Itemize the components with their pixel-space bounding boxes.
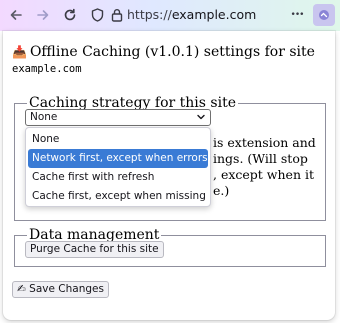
back-arrow-icon — [10, 10, 22, 20]
description-line: , except when it — [213, 167, 314, 182]
url-scheme: https:// — [127, 7, 172, 22]
site-info-button[interactable] — [86, 4, 108, 26]
select-value: None — [30, 111, 58, 123]
reload-icon — [64, 8, 76, 21]
option-cache-first-refresh[interactable]: Cache first with refresh — [26, 168, 210, 187]
site-name: example.com — [12, 63, 82, 75]
purge-cache-button[interactable]: Purge Cache for this site — [25, 241, 164, 258]
extension-popup: 📥 Offline Caching (v1.0.1) settings for s… — [3, 31, 335, 320]
chevron-down-icon — [197, 114, 205, 120]
forward-arrow-icon — [37, 10, 49, 20]
description-line: ings. (Will stop — [213, 151, 308, 166]
writing-hand-icon: ✍ — [17, 283, 26, 295]
strategy-description: is extension and ings. (Will stop , exce… — [213, 135, 333, 199]
url-domain: example.com — [171, 7, 257, 22]
caching-strategy-select[interactable]: None — [25, 109, 211, 126]
option-none[interactable]: None — [26, 130, 210, 149]
back-button[interactable] — [5, 4, 27, 26]
shield-icon — [91, 8, 103, 22]
save-changes-button[interactable]: ✍ Save Changes — [12, 281, 109, 298]
popup-title: 📥 Offline Caching (v1.0.1) settings for s… — [12, 44, 315, 60]
more-menu-icon[interactable]: ••• — [286, 4, 308, 26]
reload-button[interactable] — [59, 4, 81, 26]
option-cache-first-missing[interactable]: Cache first, except when missing — [26, 187, 210, 206]
description-line: e.) — [213, 183, 230, 198]
url-bar[interactable]: https://example.com — [127, 6, 256, 24]
strategy-dropdown: None Network first, except when errors C… — [25, 127, 211, 207]
save-changes-label: Save Changes — [29, 283, 104, 295]
popup-title-text: Offline Caching (v1.0.1) settings for si… — [29, 44, 315, 60]
forward-button[interactable] — [32, 4, 54, 26]
description-line: is extension and — [213, 135, 316, 150]
extension-button[interactable] — [313, 4, 335, 26]
option-network-first[interactable]: Network first, except when errors — [28, 149, 208, 168]
connection-security-button[interactable] — [106, 4, 128, 26]
lock-icon — [111, 9, 123, 22]
browser-toolbar: https://example.com ••• — [0, 0, 340, 31]
extension-icon — [319, 10, 329, 20]
inbox-tray-icon: 📥 — [12, 45, 27, 59]
